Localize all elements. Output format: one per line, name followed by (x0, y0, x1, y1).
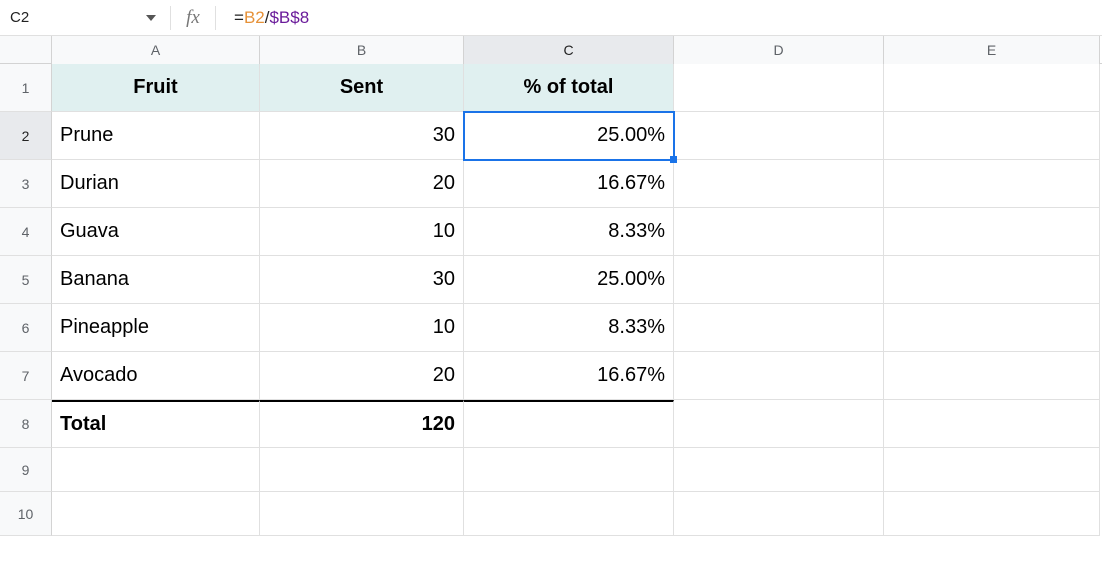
row-header-4[interactable]: 4 (0, 208, 52, 256)
cell-D10[interactable] (674, 492, 884, 536)
name-box[interactable]: C2 (0, 9, 90, 26)
cell-C8[interactable] (464, 400, 674, 448)
cell-D3[interactable] (674, 160, 884, 208)
cell-A2[interactable]: Prune (52, 112, 260, 160)
formula-bar-row: C2 fx =B2/$B$8 (0, 0, 1102, 36)
row-header-8[interactable]: 8 (0, 400, 52, 448)
cell-C7[interactable]: 16.67% (464, 352, 674, 400)
row-10: 10 (0, 492, 1102, 536)
cell-C5[interactable]: 25.00% (464, 256, 674, 304)
row-header-1[interactable]: 1 (0, 64, 52, 112)
cell-C6[interactable]: 8.33% (464, 304, 674, 352)
cell-A10[interactable] (52, 492, 260, 536)
row-6: 6 Pineapple 10 8.33% (0, 304, 1102, 352)
cell-E7[interactable] (884, 352, 1100, 400)
cell-C3[interactable]: 16.67% (464, 160, 674, 208)
row-5: 5 Banana 30 25.00% (0, 256, 1102, 304)
cell-B9[interactable] (260, 448, 464, 492)
cell-C4[interactable]: 8.33% (464, 208, 674, 256)
cell-E9[interactable] (884, 448, 1100, 492)
formula-eq: = (234, 8, 244, 28)
cell-E3[interactable] (884, 160, 1100, 208)
cell-A1[interactable]: Fruit (52, 64, 260, 112)
cell-B7[interactable]: 20 (260, 352, 464, 400)
cell-E2[interactable] (884, 112, 1100, 160)
row-header-2[interactable]: 2 (0, 112, 52, 160)
select-all-corner[interactable] (0, 36, 52, 63)
cell-B8[interactable]: 120 (260, 400, 464, 448)
row-9: 9 (0, 448, 1102, 492)
row-7: 7 Avocado 20 16.67% (0, 352, 1102, 400)
cell-A8[interactable]: Total (52, 400, 260, 448)
cell-C2-value: 25.00% (597, 124, 665, 147)
col-header-C[interactable]: C (464, 36, 674, 64)
cell-D1[interactable] (674, 64, 884, 112)
selection-handle[interactable] (670, 156, 677, 163)
cell-E10[interactable] (884, 492, 1100, 536)
row-4: 4 Guava 10 8.33% (0, 208, 1102, 256)
row-8: 8 Total 120 (0, 400, 1102, 448)
cell-B4[interactable]: 10 (260, 208, 464, 256)
cell-D2[interactable] (674, 112, 884, 160)
cell-E1[interactable] (884, 64, 1100, 112)
cell-D8[interactable] (674, 400, 884, 448)
row-3: 3 Durian 20 16.67% (0, 160, 1102, 208)
cell-D7[interactable] (674, 352, 884, 400)
cell-B2[interactable]: 30 (260, 112, 464, 160)
row-header-3[interactable]: 3 (0, 160, 52, 208)
formula-ref2: $B$8 (269, 8, 309, 28)
chevron-down-icon (146, 13, 156, 23)
cell-B3[interactable]: 20 (260, 160, 464, 208)
cell-D4[interactable] (674, 208, 884, 256)
spreadsheet-grid: A B C D E 1 Fruit Sent % of total 2 Prun… (0, 36, 1102, 536)
row-header-7[interactable]: 7 (0, 352, 52, 400)
col-header-B[interactable]: B (260, 36, 464, 64)
cell-D6[interactable] (674, 304, 884, 352)
row-header-6[interactable]: 6 (0, 304, 52, 352)
cell-A4[interactable]: Guava (52, 208, 260, 256)
row-header-9[interactable]: 9 (0, 448, 52, 492)
cell-D5[interactable] (674, 256, 884, 304)
name-box-dropdown[interactable] (90, 13, 170, 23)
row-header-5[interactable]: 5 (0, 256, 52, 304)
cell-B5[interactable]: 30 (260, 256, 464, 304)
cell-A7[interactable]: Avocado (52, 352, 260, 400)
cell-E4[interactable] (884, 208, 1100, 256)
cell-A6[interactable]: Pineapple (52, 304, 260, 352)
col-header-D[interactable]: D (674, 36, 884, 64)
cell-E6[interactable] (884, 304, 1100, 352)
cell-C10[interactable] (464, 492, 674, 536)
cell-B10[interactable] (260, 492, 464, 536)
cell-A9[interactable] (52, 448, 260, 492)
column-headers: A B C D E (0, 36, 1102, 64)
fx-icon: fx (171, 7, 215, 29)
cell-B6[interactable]: 10 (260, 304, 464, 352)
formula-bar[interactable]: =B2/$B$8 (216, 8, 1102, 28)
col-header-A[interactable]: A (52, 36, 260, 64)
row-1: 1 Fruit Sent % of total (0, 64, 1102, 112)
cell-D9[interactable] (674, 448, 884, 492)
cell-C9[interactable] (464, 448, 674, 492)
cell-C2[interactable]: 25.00% (464, 112, 674, 160)
col-header-E[interactable]: E (884, 36, 1100, 64)
cell-C1[interactable]: % of total (464, 64, 674, 112)
row-header-10[interactable]: 10 (0, 492, 52, 536)
cell-B1[interactable]: Sent (260, 64, 464, 112)
cell-A3[interactable]: Durian (52, 160, 260, 208)
row-2: 2 Prune 30 25.00% (0, 112, 1102, 160)
cell-E8[interactable] (884, 400, 1100, 448)
cell-A5[interactable]: Banana (52, 256, 260, 304)
cell-E5[interactable] (884, 256, 1100, 304)
formula-ref1: B2 (244, 8, 265, 28)
